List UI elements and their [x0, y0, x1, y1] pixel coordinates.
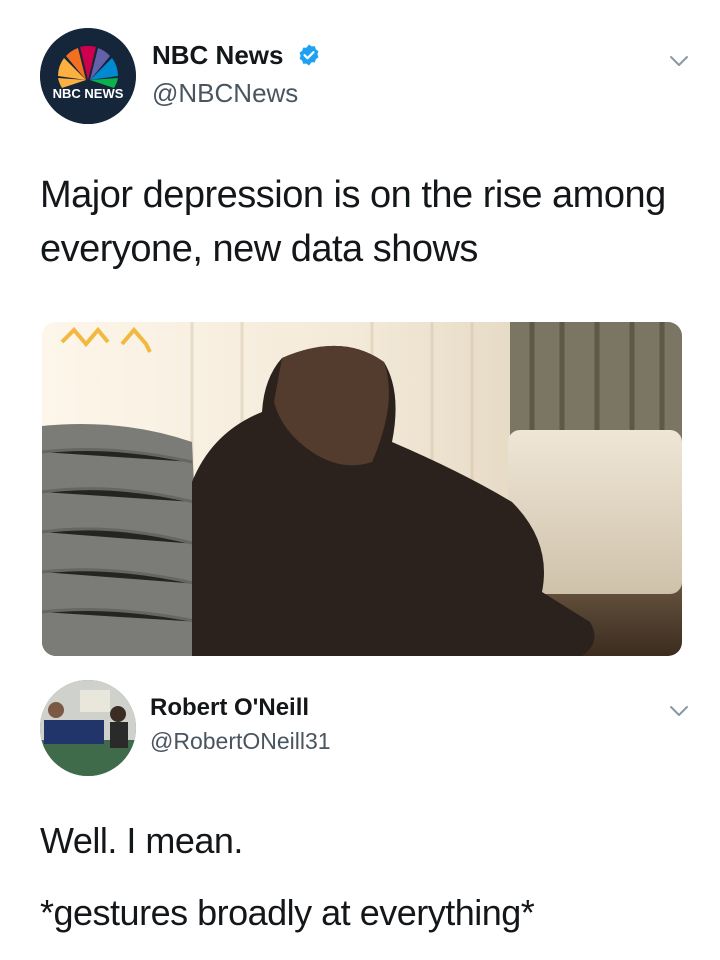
author-name-text[interactable]: NBC News: [152, 40, 283, 70]
reply-text-line-1: Well. I mean.: [40, 820, 243, 861]
tweet-media-image[interactable]: [42, 322, 682, 656]
sad-woman-photo-icon: [42, 322, 682, 656]
reply-avatar-photo-icon: [40, 680, 136, 776]
reply-author-avatar[interactable]: [40, 680, 136, 776]
reply-author-name[interactable]: Robert O'Neill: [150, 694, 309, 722]
nbc-news-avatar[interactable]: NBC NEWS: [40, 28, 136, 124]
reply-author-handle[interactable]: @RobertONeill31: [150, 728, 331, 755]
author-handle[interactable]: @NBCNews: [152, 78, 298, 109]
nbc-peacock-logo-icon: NBC NEWS: [40, 28, 136, 124]
chevron-down-icon[interactable]: [668, 50, 690, 72]
tweet-text: Major depression is on the rise among ev…: [40, 174, 666, 270]
reply-text-line-2: *gestures broadly at everything*: [40, 892, 535, 933]
chevron-down-icon[interactable]: [668, 700, 690, 722]
tweet-header: NBC NEWS NBC News @NBCNews: [40, 28, 690, 124]
reply-header: Robert O'Neill @RobertONeill31: [40, 680, 690, 776]
verified-badge-icon: [299, 44, 319, 66]
avatar-logo-text: NBC NEWS: [53, 86, 124, 101]
author-display-name[interactable]: NBC News: [152, 40, 321, 71]
